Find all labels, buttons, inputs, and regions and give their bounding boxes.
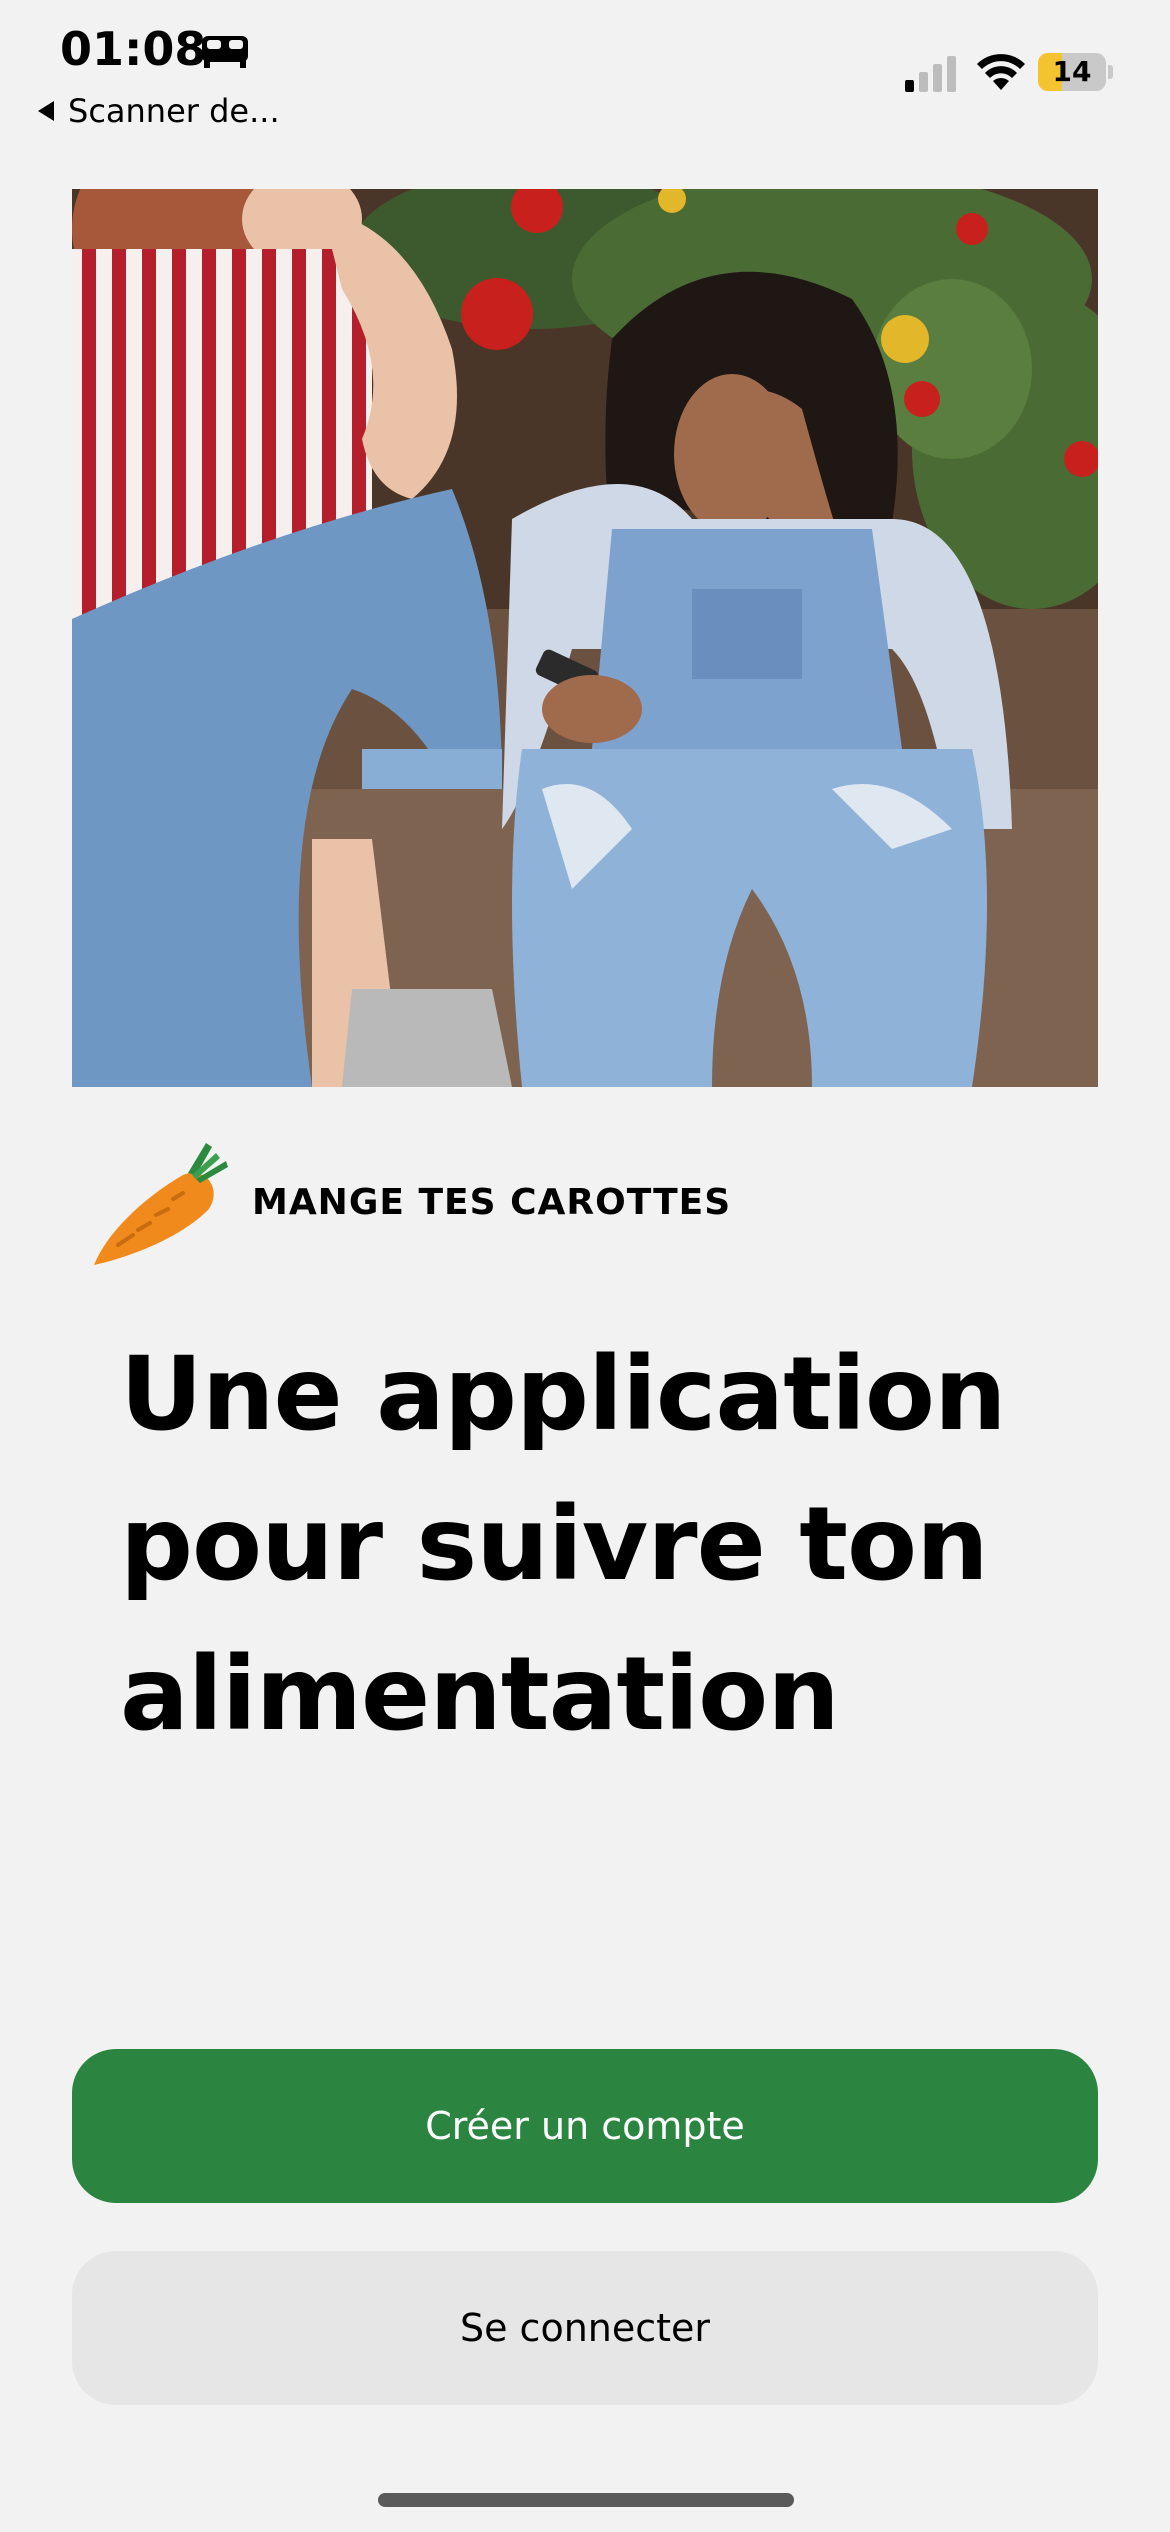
bed-icon bbox=[202, 36, 248, 68]
back-to-app-link[interactable]: Scanner de... bbox=[36, 92, 280, 130]
home-indicator[interactable] bbox=[378, 2493, 794, 2507]
back-link-label: Scanner de... bbox=[68, 92, 280, 130]
sign-in-button[interactable]: Se connecter bbox=[72, 2251, 1098, 2405]
brand-name: MANGE TES CAROTTES bbox=[252, 1182, 732, 1223]
carrot-icon bbox=[94, 1143, 228, 1265]
wifi-icon bbox=[977, 54, 1025, 90]
headline: Une application pour suivre ton alimenta… bbox=[120, 1335, 1007, 1754]
back-arrow-icon bbox=[38, 101, 54, 121]
brand: MANGE TES CAROTTES bbox=[88, 1135, 731, 1270]
status-time: 01:08 bbox=[60, 22, 207, 76]
create-account-button[interactable]: Créer un compte bbox=[72, 2049, 1098, 2203]
hero-image bbox=[72, 189, 1098, 1087]
signal-icon bbox=[905, 56, 956, 92]
battery-percent: 14 bbox=[1052, 55, 1092, 88]
battery-icon: 14 bbox=[1038, 53, 1114, 91]
